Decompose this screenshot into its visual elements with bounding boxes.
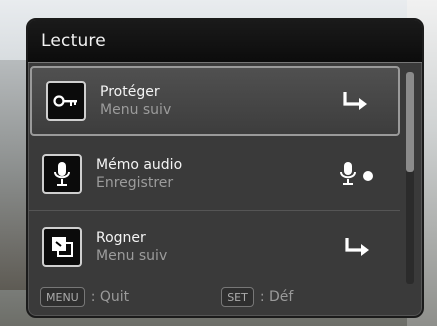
footer-hints: MENU : Quit SET : Déf (28, 278, 422, 316)
scrollbar-thumb[interactable] (406, 72, 414, 172)
mic-record-icon (332, 161, 382, 187)
menu-item-subtitle: Enregistrer (96, 175, 174, 191)
menu-title: Lecture (41, 31, 106, 51)
menu-item-title: Rogner (96, 230, 146, 246)
menu-item-subtitle: Menu suiv (100, 102, 172, 118)
arrow-turn-right-icon (332, 236, 382, 258)
menu-item-rogner[interactable]: Rogner Menu suiv (28, 211, 400, 283)
menu-item-proteger[interactable]: Protéger Menu suiv (30, 66, 400, 136)
menu-item-title: Protéger (100, 84, 160, 100)
menu-item-title: Mémo audio (96, 157, 183, 173)
playback-menu-panel: Lecture Protéger Menu suiv Mémo audio En… (26, 18, 424, 318)
arrow-turn-right-icon (330, 90, 380, 112)
key-icon (46, 81, 86, 121)
set-action-label: : Déf (259, 289, 294, 305)
menu-item-subtitle: Menu suiv (96, 248, 168, 264)
microphone-icon (42, 154, 82, 194)
menu-list: Protéger Menu suiv Mémo audio Enregistre… (28, 64, 400, 283)
menu-item-memo-audio[interactable]: Mémo audio Enregistrer (28, 138, 400, 211)
set-key: SET (221, 287, 254, 307)
menu-key: MENU (40, 287, 85, 307)
set-define-hint[interactable]: SET : Déf (221, 287, 293, 307)
menu-quit-hint[interactable]: MENU : Quit (40, 287, 129, 307)
menu-action-label: : Quit (90, 289, 130, 305)
menu-title-bar: Lecture (28, 20, 422, 63)
scrollbar[interactable] (406, 72, 414, 284)
crop-icon (42, 227, 82, 267)
